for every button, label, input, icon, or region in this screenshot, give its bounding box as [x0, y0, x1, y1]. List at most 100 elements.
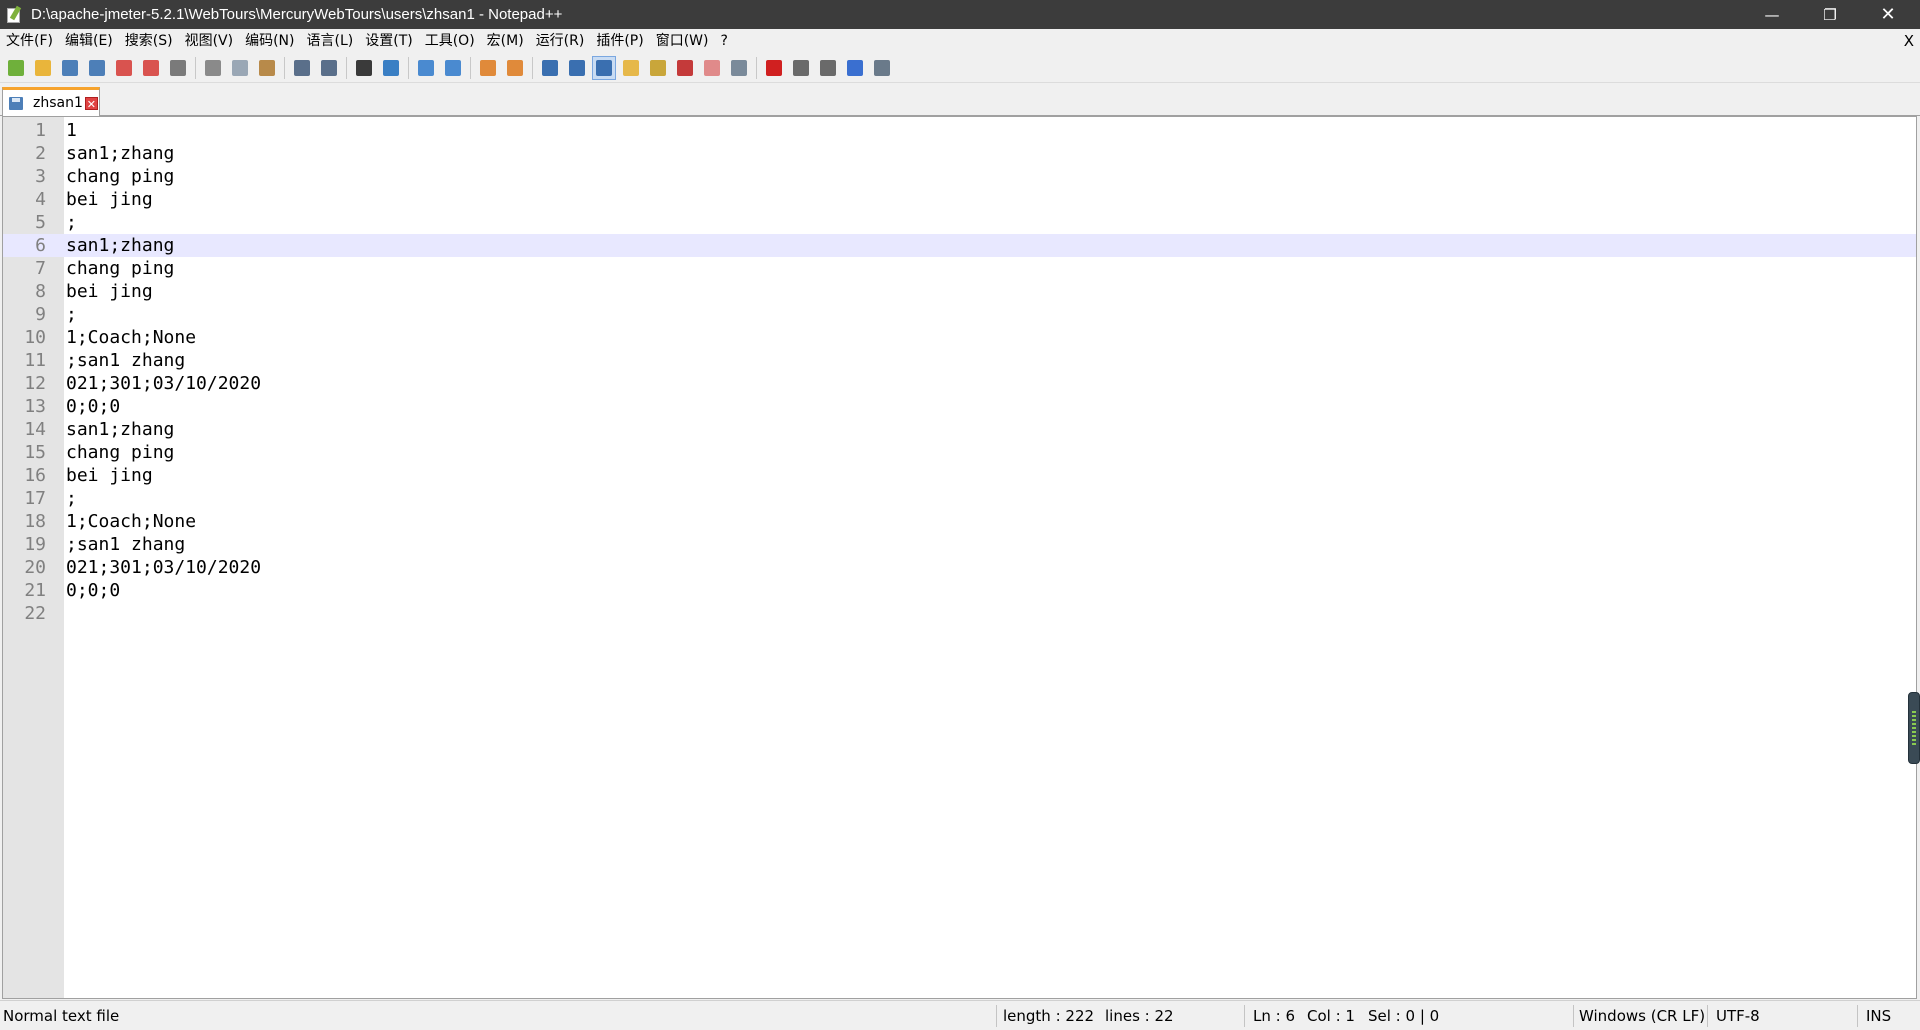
monitoring-button[interactable] — [727, 56, 751, 80]
editor-line[interactable]: 8 bei jing — [3, 280, 1916, 303]
stop-macro-button[interactable] — [789, 56, 813, 80]
play-macro-button[interactable] — [816, 56, 840, 80]
close-document-button[interactable]: X — [1904, 29, 1914, 53]
status-divider — [1244, 1005, 1245, 1027]
save-macro-button[interactable] — [870, 56, 894, 80]
open-file-button[interactable] — [31, 56, 55, 80]
undo-button[interactable] — [290, 56, 314, 80]
editor-line[interactable]: 11 ;san1 zhang — [3, 349, 1916, 372]
line-number: 7 — [35, 258, 46, 279]
save-button[interactable] — [58, 56, 82, 80]
close-window-button[interactable]: ✕ — [1859, 0, 1917, 29]
sync-horizontal-button[interactable] — [503, 56, 527, 80]
show-all-chars-button[interactable] — [565, 56, 589, 80]
menu-window[interactable]: 窗口(W) — [650, 29, 715, 53]
redo-button[interactable] — [317, 56, 341, 80]
editor-line[interactable]: 20 021;301;03/10/2020 — [3, 556, 1916, 579]
menu-edit[interactable]: 编辑(E) — [59, 29, 119, 53]
editor-line[interactable]: 13 0;0;0 — [3, 395, 1916, 418]
editor-line[interactable]: 15 chang ping — [3, 441, 1916, 464]
run-macro-multiple-button[interactable] — [843, 56, 867, 80]
editor-line[interactable]: 14 san1;zhang — [3, 418, 1916, 441]
menu-encoding[interactable]: 编码(N) — [239, 29, 300, 53]
save-icon — [62, 59, 78, 76]
line-number: 9 — [35, 304, 46, 325]
document-map-button[interactable] — [646, 56, 670, 80]
word-wrap-button[interactable] — [538, 56, 562, 80]
line-text: san1;zhang — [66, 235, 175, 256]
editor-line[interactable]: 7 chang ping — [3, 257, 1916, 280]
minimize-button[interactable]: — — [1743, 0, 1801, 29]
user-language-button[interactable] — [619, 56, 643, 80]
replace-button[interactable] — [379, 56, 403, 80]
save-macro-icon — [874, 59, 890, 76]
sync-vertical-button[interactable] — [476, 56, 500, 80]
editor-line[interactable]: 2 san1;zhang — [3, 142, 1916, 165]
editor-line[interactable]: 4 bei jing — [3, 188, 1916, 211]
tab-close-icon[interactable]: ✕ — [84, 96, 98, 111]
save-all-button[interactable] — [85, 56, 109, 80]
new-file-button[interactable] — [4, 56, 28, 80]
close-all-button[interactable] — [139, 56, 163, 80]
menu-search[interactable]: 搜索(S) — [119, 29, 179, 53]
editor-line[interactable]: 22 — [3, 602, 1916, 625]
editor-line[interactable]: 3 chang ping — [3, 165, 1916, 188]
editor-line[interactable]: 9; — [3, 303, 1916, 326]
window-title: D:\apache-jmeter-5.2.1\WebTours\MercuryW… — [31, 6, 563, 23]
title-bar: D:\apache-jmeter-5.2.1\WebTours\MercuryW… — [0, 0, 1920, 29]
menu-settings[interactable]: 设置(T) — [359, 29, 418, 53]
menu-run[interactable]: 运行(R) — [530, 29, 591, 53]
editor-line[interactable]: 21 0;0;0 — [3, 579, 1916, 602]
menu-language[interactable]: 语言(L) — [301, 29, 360, 53]
line-text: 1;Coach;None — [66, 327, 197, 348]
editor-line[interactable]: 5; — [3, 211, 1916, 234]
line-number: 19 — [24, 534, 46, 555]
menu-macro[interactable]: 宏(M) — [481, 29, 530, 53]
toolbar-separator — [532, 56, 533, 79]
menu-file[interactable]: 文件(F) — [0, 29, 59, 53]
copy-button[interactable] — [228, 56, 252, 80]
status-divider — [1707, 1005, 1708, 1027]
editor-line[interactable]: 19 ;san1 zhang — [3, 533, 1916, 556]
restore-button[interactable]: ❐ — [1801, 0, 1859, 29]
line-text: 021;301;03/10/2020 — [66, 557, 262, 578]
cut-button[interactable] — [201, 56, 225, 80]
redo-icon — [321, 59, 337, 76]
paste-icon — [259, 59, 275, 76]
zoom-out-icon — [445, 59, 461, 76]
menu-tools[interactable]: 工具(O) — [419, 29, 481, 53]
zoom-out-button[interactable] — [441, 56, 465, 80]
editor-line[interactable]: 18 1;Coach;None — [3, 510, 1916, 533]
open-file-icon — [35, 59, 51, 76]
editor-line[interactable]: 17; — [3, 487, 1916, 510]
save-all-icon — [89, 59, 105, 76]
indent-guide-button[interactable] — [592, 55, 616, 80]
menu-plugins[interactable]: 插件(P) — [590, 29, 649, 53]
editor-line[interactable]: 12 021;301;03/10/2020 — [3, 372, 1916, 395]
print-button[interactable] — [166, 56, 190, 80]
tab-zhsan1[interactable]: zhsan1 ✕ — [2, 87, 100, 116]
menu-view[interactable]: 视图(V) — [179, 29, 240, 53]
text-editor[interactable]: 1 1 2 san1;zhang 3 chang ping 4 bei jing 5; 6 san1… — [2, 116, 1920, 999]
editor-line[interactable]: 11 — [3, 119, 1916, 142]
editor-line[interactable]: 6 san1;zhang — [3, 234, 1916, 257]
change-history-scroll-marker[interactable] — [1908, 692, 1920, 764]
toolbar-separator — [756, 56, 757, 79]
menu-help[interactable]: ? — [715, 29, 734, 53]
status-eol[interactable]: Windows (CR LF) — [1579, 1001, 1705, 1030]
status-encoding[interactable]: UTF-8 — [1716, 1001, 1760, 1030]
record-macro-button[interactable] — [762, 56, 786, 80]
line-text: chang ping — [66, 258, 175, 279]
zoom-in-icon — [418, 59, 434, 76]
find-button[interactable] — [352, 56, 376, 80]
editor-line[interactable]: 10 1;Coach;None — [3, 326, 1916, 349]
toolbar-separator — [195, 56, 196, 79]
close-file-button[interactable] — [112, 56, 136, 80]
line-number: 22 — [24, 603, 46, 624]
function-list-button[interactable] — [673, 56, 697, 80]
zoom-in-button[interactable] — [414, 56, 438, 80]
folder-workspace-button[interactable] — [700, 56, 724, 80]
editor-line[interactable]: 16 bei jing — [3, 464, 1916, 487]
paste-button[interactable] — [255, 56, 279, 80]
restore-icon: ❐ — [1823, 5, 1837, 24]
